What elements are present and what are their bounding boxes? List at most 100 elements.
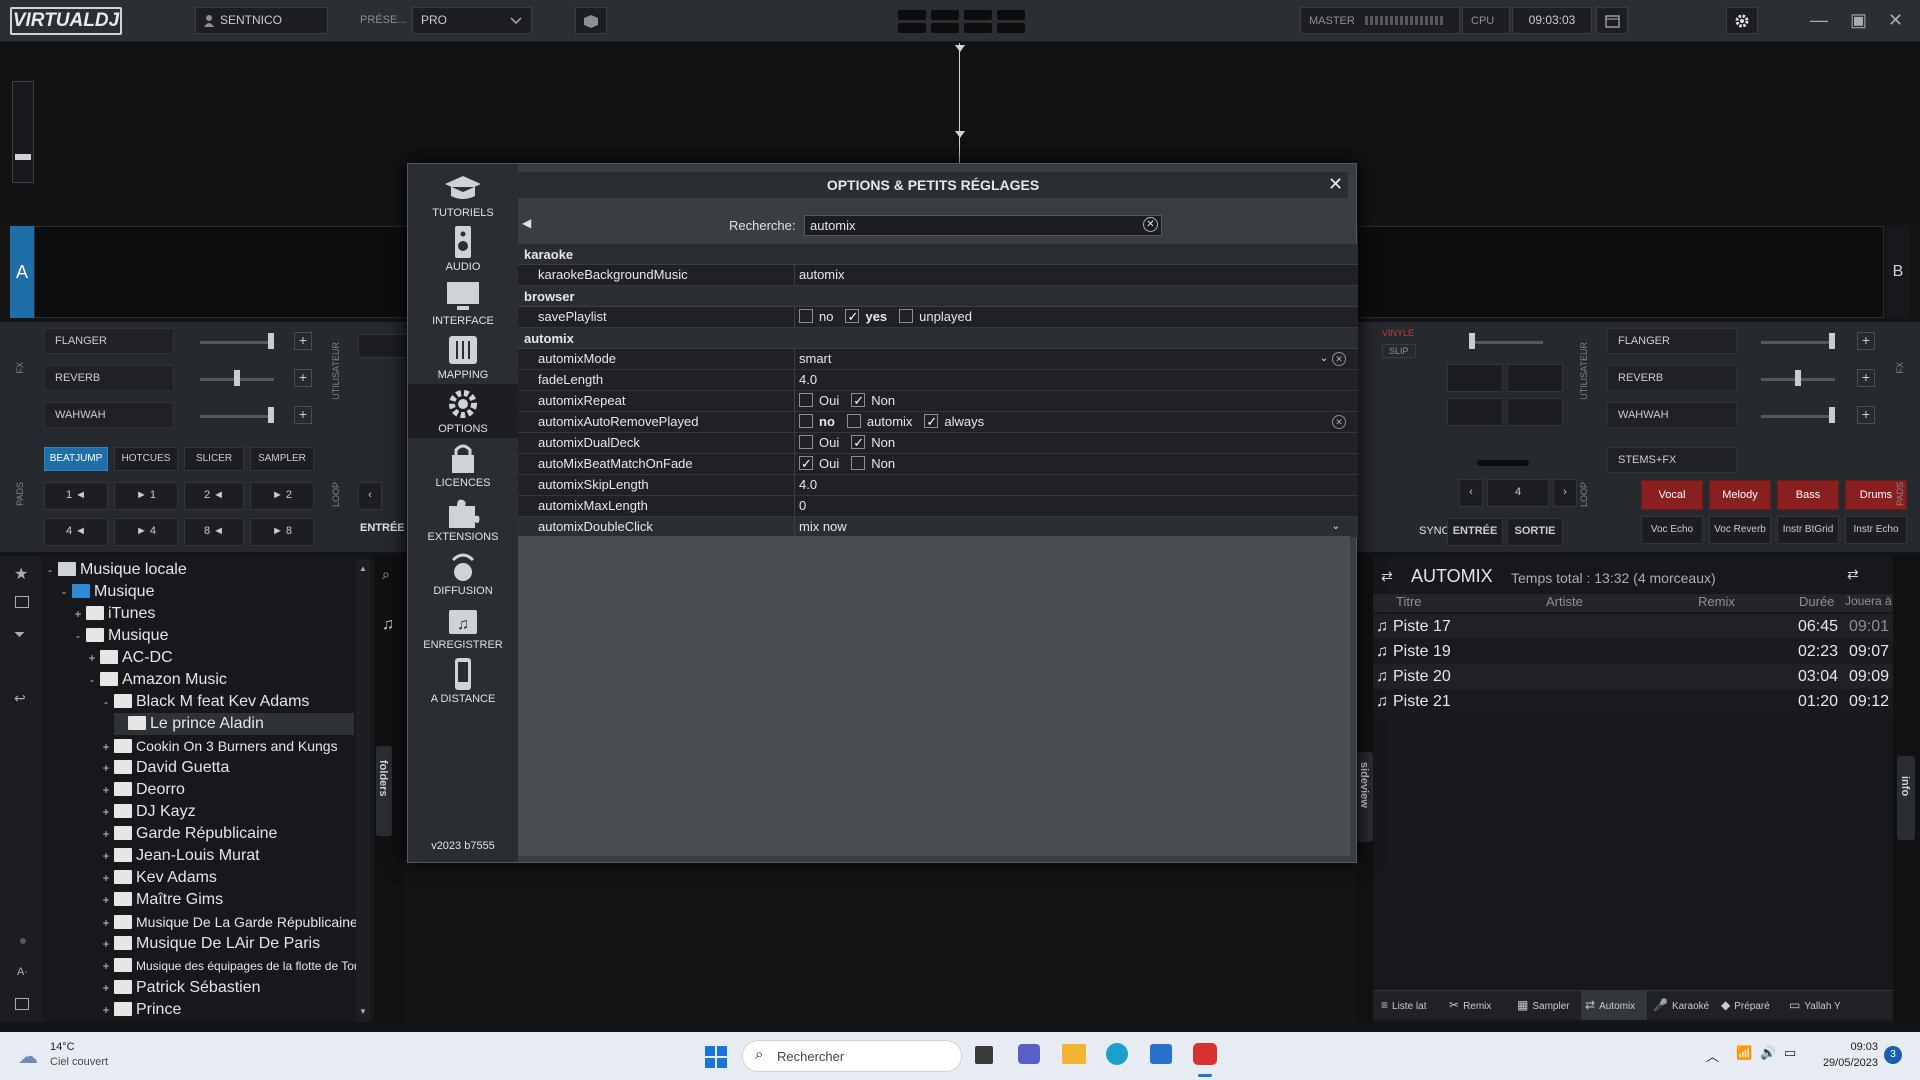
tree-item[interactable]: + Maître Gims <box>100 889 223 911</box>
option-value[interactable]: mix now ⌄ <box>794 517 1350 537</box>
sideview-tab[interactable]: sideview <box>1357 752 1373 842</box>
fx-add-3-button[interactable]: + <box>294 406 312 424</box>
options-nav-tutoriels[interactable]: TUTORIELS <box>408 168 518 222</box>
checkbox[interactable] <box>845 307 860 327</box>
fx-right-add-1-button[interactable]: + <box>1857 332 1875 350</box>
sideview-tab-5[interactable]: ◆ Préparé <box>1717 991 1783 1020</box>
option-row[interactable]: automixDoubleClick mix now ⌄ <box>518 517 1358 538</box>
expand-icon[interactable]: + <box>100 999 112 1021</box>
battery-icon[interactable]: ▭ <box>1784 1045 1796 1061</box>
expand-icon[interactable]: + <box>100 912 112 934</box>
option-row[interactable]: automixMaxLength 0 <box>518 496 1358 517</box>
fx-right-add-3-button[interactable]: + <box>1857 406 1875 424</box>
settings-button[interactable] <box>1726 7 1758 34</box>
teams-icon[interactable] <box>1018 1044 1040 1064</box>
checkbox-option[interactable]: Oui <box>799 435 839 450</box>
beatjump-pad-4[interactable]: ► 2 <box>250 482 314 510</box>
sideview-tab-6[interactable]: ▭ Yallah Y <box>1785 991 1851 1020</box>
tree-item[interactable]: + Cookin On 3 Burners and Kungs <box>100 735 337 757</box>
reset-option-icon[interactable]: ✕ <box>1332 352 1346 366</box>
option-row[interactable]: karaokeBackgroundMusic automix <box>518 265 1358 286</box>
collapse-icon[interactable]: - <box>72 625 84 647</box>
cube-button[interactable] <box>575 7 607 34</box>
filter-icon[interactable]: ⏷ <box>14 626 25 643</box>
option-row[interactable]: automixRepeat Oui Non <box>518 391 1358 412</box>
tree-item[interactable]: + David Guetta <box>100 757 229 779</box>
col-duration[interactable]: Durée <box>1799 594 1834 609</box>
zoom-slider-knob[interactable] <box>15 154 31 160</box>
option-value[interactable]: 4.0 <box>794 475 1350 495</box>
fx-slot-3[interactable]: WAHWAH <box>44 402 174 428</box>
fx-right-slider-1-knob[interactable] <box>1829 333 1835 349</box>
option-value[interactable]: automix <box>794 265 1350 285</box>
options-nav-diffusion[interactable]: DIFFUSION <box>408 546 518 600</box>
col-artist[interactable]: Artiste <box>1546 594 1583 609</box>
entree-left-button[interactable]: ENTRÉE <box>360 522 405 534</box>
deck-a-pitch-box[interactable] <box>358 334 408 358</box>
options-search-input[interactable] <box>804 215 1162 236</box>
history-button[interactable] <box>1596 7 1628 34</box>
checkbox-option[interactable]: unplayed <box>899 309 972 324</box>
loop-b-value[interactable]: 4 <box>1487 479 1549 507</box>
scroll-up-icon[interactable]: ▲ <box>359 564 367 573</box>
expand-icon[interactable]: + <box>100 801 112 823</box>
fx-slot-1[interactable]: FLANGER <box>44 328 174 354</box>
expand-icon[interactable]: + <box>100 933 112 955</box>
sortie-button[interactable]: SORTIE <box>1507 518 1563 546</box>
task-view-icon[interactable] <box>975 1046 993 1064</box>
deck-b-label[interactable]: B <box>1886 226 1910 318</box>
expand-icon[interactable]: + <box>86 647 98 669</box>
options-nav-extensions[interactable]: EXTENSIONS <box>408 492 518 546</box>
tree-item[interactable]: + Kev Adams <box>100 867 216 889</box>
expand-icon[interactable]: + <box>100 955 112 977</box>
option-row[interactable]: fadeLength 4.0 <box>518 370 1358 391</box>
checkbox-option[interactable]: yes <box>845 307 887 327</box>
layout-selector[interactable] <box>898 10 1026 34</box>
checkbox[interactable] <box>851 433 866 453</box>
chevron-down-icon[interactable]: ⌄ <box>1320 349 1328 369</box>
info-tab[interactable]: info <box>1897 756 1915 840</box>
checkbox[interactable] <box>799 309 813 323</box>
folder-view-icon[interactable] <box>15 596 29 608</box>
vinyl-toggle[interactable]: VINYLE <box>1382 328 1414 338</box>
edge-icon[interactable] <box>1106 1043 1128 1065</box>
zoom-slider[interactable] <box>12 81 34 183</box>
col-plays-at[interactable]: Jouera à <box>1845 594 1892 608</box>
expand-icon[interactable]: + <box>100 889 112 911</box>
checkbox[interactable] <box>799 393 813 407</box>
options-nav-audio[interactable]: AUDIO <box>408 222 518 276</box>
option-value[interactable]: 0 <box>794 496 1350 516</box>
pad-mode-slicer[interactable]: SLICER <box>184 447 244 471</box>
back-icon[interactable]: ↩ <box>14 690 26 707</box>
fx-right-slot-2[interactable]: REVERB <box>1607 365 1737 391</box>
checkbox-option[interactable]: Non <box>851 391 895 411</box>
tray-chevron-icon[interactable]: ︿ <box>1706 1046 1719 1065</box>
tree-item[interactable]: + Jean-Louis Murat <box>100 845 259 867</box>
fx-right-slider-2-knob[interactable] <box>1795 370 1801 386</box>
file-explorer-icon[interactable] <box>1062 1044 1086 1064</box>
fx-right-slider-3[interactable] <box>1761 415 1835 418</box>
beatjump-pad-8[interactable]: ► 8 <box>250 518 314 546</box>
loop-b-prev-button[interactable]: ‹ <box>1459 479 1483 507</box>
automix-shuffle-button[interactable]: ⇄ <box>1847 566 1859 583</box>
collapse-icon[interactable]: - <box>100 691 112 713</box>
col-title[interactable]: Titre <box>1396 594 1422 609</box>
checkbox-option[interactable]: Oui <box>799 454 839 474</box>
beatjump-pad-5[interactable]: 4 ◄ <box>44 518 108 546</box>
tree-item[interactable]: + Musique des équipages de la flotte de T… <box>100 955 370 977</box>
fx-slider-1-knob[interactable] <box>268 333 274 349</box>
option-value[interactable]: Oui Non <box>794 454 1350 474</box>
taskbar-time[interactable]: 09:03 <box>1822 1041 1878 1053</box>
loop-prev-button[interactable]: ‹ <box>358 482 382 510</box>
checkbox[interactable] <box>846 414 861 428</box>
stem-vocal-button[interactable]: Vocal <box>1641 480 1703 510</box>
tree-item[interactable]: - Musique <box>72 625 168 647</box>
checkbox[interactable] <box>799 435 813 449</box>
expand-icon[interactable]: + <box>72 603 84 625</box>
collapse-icon[interactable]: - <box>58 581 70 603</box>
tree-item[interactable]: + AC-DC <box>86 647 172 669</box>
pad-mode-hotcues[interactable]: HOTCUES <box>114 447 178 471</box>
col-remix[interactable]: Remix <box>1698 594 1735 609</box>
collapse-icon[interactable]: - <box>44 559 56 581</box>
sync-button[interactable]: SYNC <box>1419 525 1450 537</box>
